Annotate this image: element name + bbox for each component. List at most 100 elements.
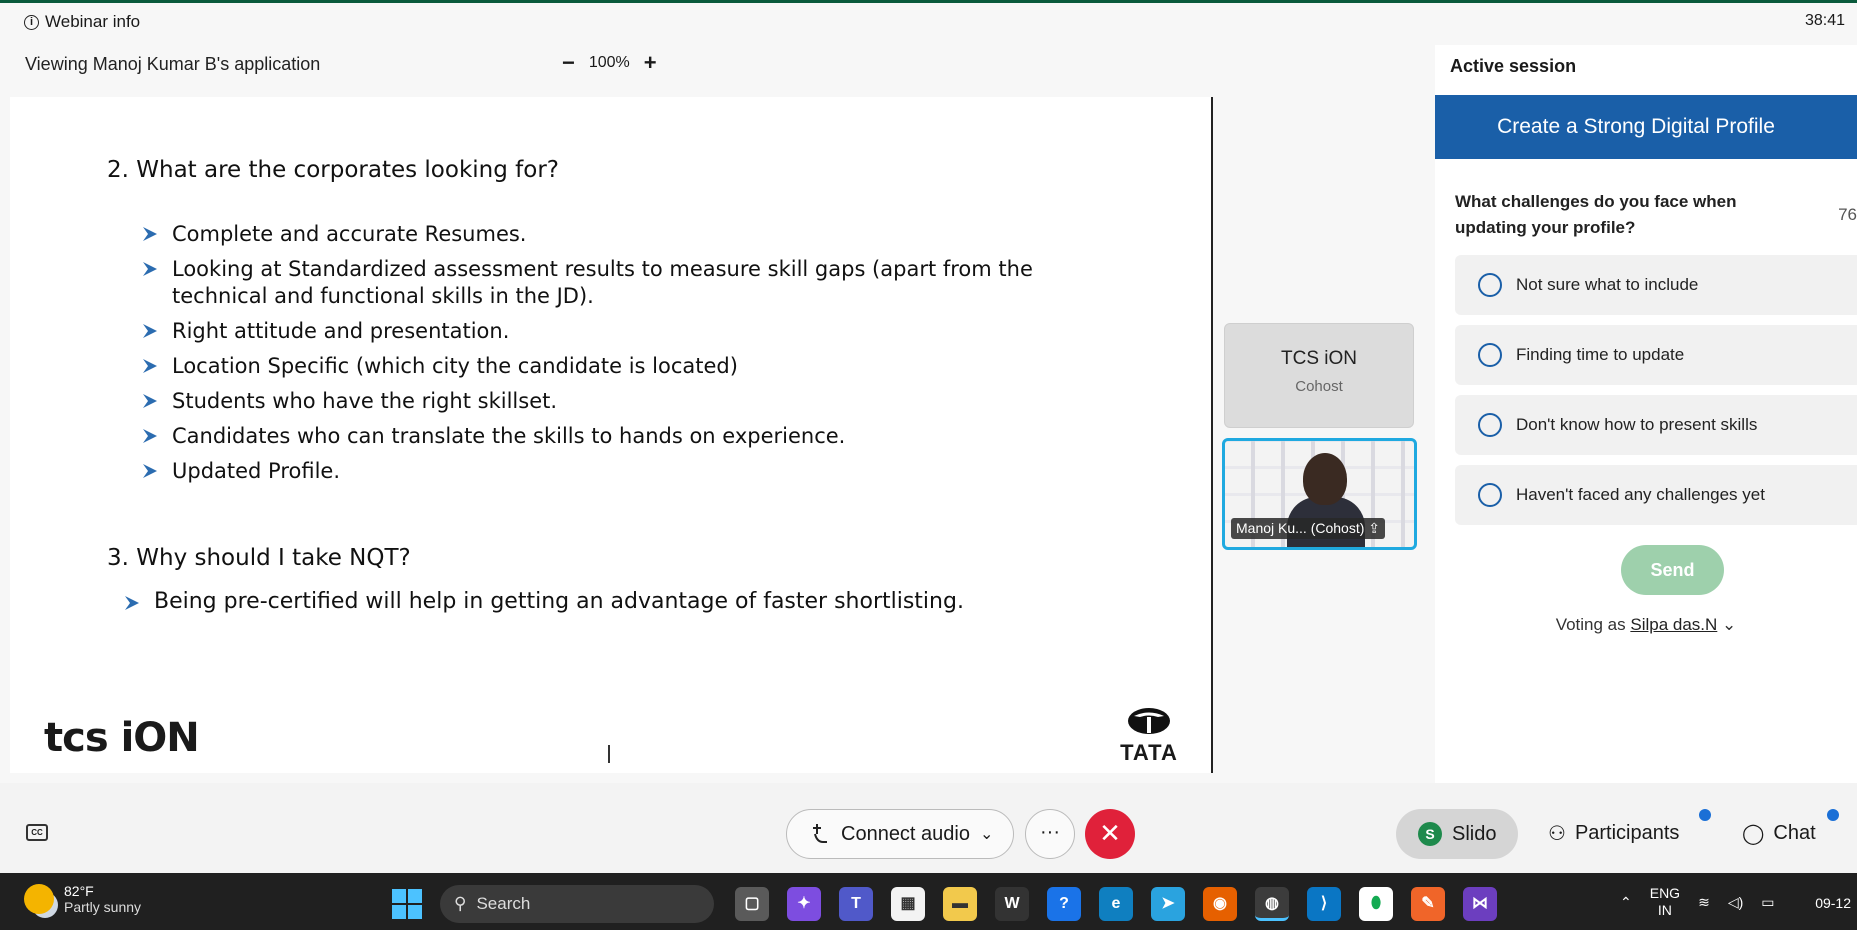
slido-icon: S — [1418, 822, 1442, 846]
radio-icon — [1478, 413, 1502, 437]
slide-bullet: Location Specific (which city the candid… — [140, 353, 1100, 380]
meeting-timer: 38:41 — [1804, 12, 1845, 29]
text-cursor — [608, 745, 610, 763]
info-icon: i — [24, 14, 39, 30]
taskbar-apps: ⚲ Search ▢ ✦ T ▦ ▬ W ? e ➤ ◉ ◍ ⟩ ⬮ ✎ ⋈ — [392, 885, 1506, 923]
webex-window: i Webinar info 38:41 Viewing Manoj Kumar… — [0, 0, 1857, 930]
arrow-bullet-icon — [143, 464, 157, 478]
chat-bubble-icon: ◯ — [1742, 823, 1765, 845]
participants-icon: ⚇ — [1548, 823, 1566, 845]
slide-bullet: Candidates who can translate the skills … — [140, 423, 1100, 450]
arrow-bullet-icon — [125, 596, 139, 610]
taskbar-date[interactable]: 09-12 — [1815, 895, 1851, 911]
system-tray: ⌃ ENG IN ≋ ◁) ▭ — [1620, 885, 1774, 919]
radio-icon — [1478, 343, 1502, 367]
telegram-icon[interactable]: ➤ — [1151, 887, 1185, 921]
mongodb-icon[interactable]: ⬮ — [1359, 887, 1393, 921]
closed-captions-icon[interactable]: CC — [26, 824, 48, 841]
task-view-icon[interactable]: ▢ — [735, 887, 769, 921]
participants-button[interactable]: ⚇ Participants — [1548, 821, 1679, 846]
partly-sunny-icon — [24, 884, 54, 914]
participant-name: TCS iON — [1281, 348, 1357, 369]
send-button[interactable]: Send — [1621, 545, 1724, 595]
content-divider — [1211, 97, 1213, 773]
meeting-controls: CC Connect audio ⌄ ··· ✕ S Slido ⚇ Parti… — [0, 783, 1857, 873]
copilot-icon[interactable]: ✦ — [787, 887, 821, 921]
poll-option[interactable]: Don't know how to present skills — [1455, 395, 1857, 455]
weather-widget[interactable]: 82°F Partly sunny — [24, 883, 141, 915]
slide-section3-title: 3. Why should I take NQT? — [107, 545, 411, 571]
participant-role: Cohost — [1295, 378, 1343, 395]
battery-icon[interactable]: ▭ — [1761, 894, 1774, 911]
app-icon[interactable]: W — [995, 887, 1029, 921]
vote-count: 76 — [1838, 205, 1857, 224]
zoom-out-button[interactable]: − — [562, 52, 575, 74]
windows-taskbar: 82°F Partly sunny ⚲ Search ▢ ✦ T ▦ ▬ W ?… — [0, 873, 1857, 930]
wifi-icon[interactable]: ≋ — [1698, 894, 1710, 911]
poll-question: What challenges do you face when updatin… — [1455, 192, 1737, 237]
slide-section2-title: 2. What are the corporates looking for? — [107, 157, 559, 183]
participant-tile-cohost[interactable]: TCS iON Cohost — [1224, 323, 1414, 428]
chat-notification-badge — [1827, 809, 1839, 821]
vscode-icon[interactable]: ⟩ — [1307, 887, 1341, 921]
store-icon[interactable]: ▦ — [891, 887, 925, 921]
teams-icon[interactable]: T — [839, 887, 873, 921]
edge-icon[interactable]: e — [1099, 887, 1133, 921]
webinar-info-button[interactable]: i Webinar info — [24, 12, 140, 32]
panel-title: Active session — [1450, 56, 1577, 76]
poll-option[interactable]: Haven't faced any challenges yet — [1455, 465, 1857, 525]
viewing-label: Viewing Manoj Kumar B's application — [25, 54, 321, 74]
volume-icon[interactable]: ◁) — [1728, 894, 1743, 911]
weather-desc: Partly sunny — [64, 899, 142, 915]
webinar-info-label: Webinar info — [45, 12, 141, 31]
arrow-bullet-icon — [143, 262, 157, 276]
arrow-bullet-icon — [143, 227, 157, 241]
chevron-down-icon[interactable]: ⌄ — [1722, 615, 1736, 634]
chevron-up-icon[interactable]: ⌃ — [1620, 894, 1632, 911]
shared-content: 2. What are the corporates looking for? … — [10, 97, 1212, 773]
search-icon: ⚲ — [454, 894, 467, 913]
video-name-label: Manoj Ku... (Cohost) ⇪ — [1231, 518, 1386, 539]
share-status-bar: Viewing Manoj Kumar B's application − 10… — [0, 43, 1420, 93]
taskbar-search[interactable]: ⚲ Search — [440, 885, 714, 923]
participant-video-tile[interactable]: Manoj Ku... (Cohost) ⇪ — [1222, 438, 1417, 550]
zoom-level: 100% — [588, 54, 630, 71]
postman-icon[interactable]: ✎ — [1411, 887, 1445, 921]
slide-bullet: Looking at Standardized assessment resul… — [140, 256, 1100, 310]
arrow-bullet-icon — [143, 394, 157, 408]
poll-option[interactable]: Not sure what to include — [1455, 255, 1857, 315]
video-person-head — [1303, 453, 1347, 505]
language-indicator[interactable]: ENG IN — [1650, 885, 1680, 919]
slide-bullet: Updated Profile. — [140, 458, 1100, 485]
tata-emblem-icon — [1128, 708, 1170, 734]
radio-icon — [1478, 273, 1502, 297]
firefox-icon[interactable]: ◉ — [1203, 887, 1237, 921]
slide-bullet: Complete and accurate Resumes. — [140, 221, 1100, 248]
more-options-button[interactable]: ··· — [1025, 809, 1075, 859]
help-icon[interactable]: ? — [1047, 887, 1081, 921]
slido-button[interactable]: S Slido — [1396, 809, 1518, 859]
connect-audio-icon — [813, 824, 827, 843]
tcs-ion-logo: tcs iON — [44, 715, 200, 761]
poll-title: Create a Strong Digital Profile — [1435, 95, 1857, 159]
arrow-bullet-icon — [143, 429, 157, 443]
connect-audio-button[interactable]: Connect audio ⌄ — [786, 809, 1014, 859]
leave-meeting-button[interactable]: ✕ — [1085, 809, 1135, 859]
voting-as-line: Voting as Silpa das.N ⌄ — [1555, 615, 1737, 634]
zoom-control: − 100% + — [562, 52, 657, 74]
poll-option[interactable]: Finding time to update — [1455, 325, 1857, 385]
windows-start-icon[interactable] — [392, 889, 422, 919]
file-explorer-icon[interactable]: ▬ — [943, 887, 977, 921]
slide-bullet-list: Complete and accurate Resumes. Looking a… — [140, 221, 1100, 493]
slide-bullet: Being pre-certified will help in getting… — [110, 589, 1110, 614]
chrome-icon[interactable]: ◍ — [1255, 887, 1289, 921]
radio-icon — [1478, 483, 1502, 507]
zoom-in-button[interactable]: + — [644, 52, 657, 74]
chat-button[interactable]: ◯ Chat — [1742, 821, 1816, 846]
slide-bullet: Students who have the right skillset. — [140, 388, 1100, 415]
title-bar: i Webinar info 38:41 — [0, 3, 1857, 41]
visual-studio-icon[interactable]: ⋈ — [1463, 887, 1497, 921]
chevron-down-icon: ⌄ — [979, 826, 994, 843]
voting-user-link[interactable]: Silpa das.N — [1630, 615, 1717, 634]
arrow-bullet-icon — [143, 359, 157, 373]
